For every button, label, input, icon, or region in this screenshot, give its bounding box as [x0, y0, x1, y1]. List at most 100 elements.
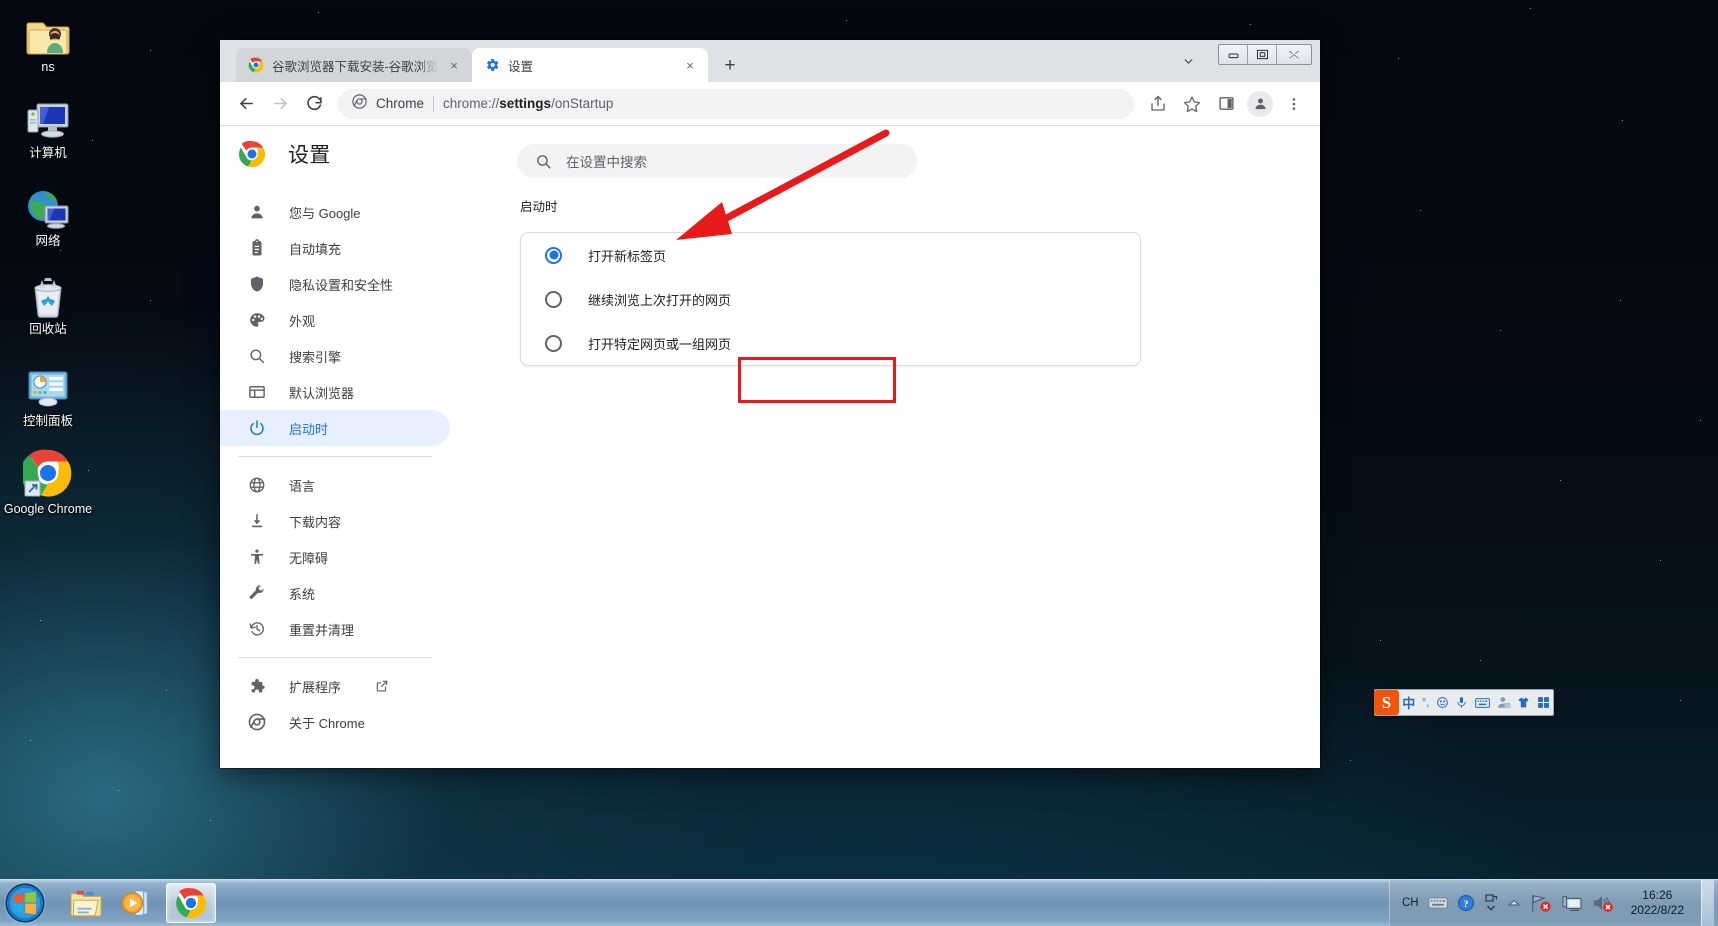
sidebar-item-privacy-security[interactable]: 隐私设置和安全性 — [220, 266, 450, 302]
toolbox-grid-icon[interactable] — [1533, 690, 1553, 715]
settings-content: 启动时 打开新标签页 继续浏览上次打开的网页 打开特定网页或一组网页 — [450, 182, 1320, 768]
action-center-icon[interactable] — [1561, 893, 1583, 913]
address-bar[interactable]: Chrome chrome://settings/onStartup — [338, 88, 1134, 119]
search-icon — [535, 153, 552, 170]
clipboard-icon — [247, 238, 267, 258]
desktop-icon-control-panel[interactable]: 控制面板 — [0, 360, 96, 429]
search-icon — [247, 346, 267, 366]
emoji-icon[interactable] — [1433, 690, 1453, 715]
desktop-icon-label: 计算机 — [29, 146, 67, 160]
browser-tab-2[interactable]: 设置 × — [472, 48, 708, 82]
sogou-logo-icon[interactable]: S — [1374, 690, 1399, 715]
taskbar-clock[interactable]: 16:26 2022/8/22 — [1623, 888, 1692, 918]
sidebar-item-label: 默认浏览器 — [289, 385, 355, 401]
desktop-icon-recycle-bin[interactable]: 回收站 — [0, 268, 96, 337]
chinese-mode-icon[interactable]: 中 — [1399, 690, 1419, 715]
person-icon — [247, 202, 267, 222]
sidebar-item-label: 隐私设置和安全性 — [289, 277, 394, 293]
new-tab-button[interactable]: + — [716, 51, 744, 79]
omnibox-url: chrome://settings/onStartup — [443, 96, 614, 111]
user-account-icon[interactable]: 24 — [1493, 690, 1514, 715]
browser-tab-1[interactable]: 谷歌浏览器下载安装-谷歌浏览器 × — [236, 48, 472, 82]
forward-button[interactable] — [264, 88, 296, 120]
clock-date: 2022/8/22 — [1630, 903, 1684, 917]
three-dot-menu-icon[interactable] — [1278, 88, 1310, 120]
download-icon — [247, 511, 267, 531]
sidebar-item-you-and-google[interactable]: 您与 Google — [220, 194, 450, 230]
star-icon[interactable] — [1176, 88, 1208, 120]
sidebar-item-label: 重置并清理 — [289, 622, 355, 638]
taskbar-item-explorer[interactable] — [62, 884, 110, 922]
back-button[interactable] — [230, 88, 262, 120]
sidebar-item-autofill[interactable]: 自动填充 — [220, 230, 450, 266]
window-controls — [1218, 44, 1312, 65]
volume-muted-icon[interactable] — [1592, 893, 1614, 913]
sidebar-item-languages[interactable]: 语言 — [220, 467, 450, 503]
sidebar-divider-1 — [238, 456, 432, 457]
tab-close-button[interactable]: × — [446, 57, 462, 73]
maximize-button[interactable] — [1248, 45, 1277, 64]
sidebar-item-label: 语言 — [289, 478, 316, 494]
radio-button[interactable] — [545, 334, 562, 352]
settings-body: 您与 Google 自动填充 隐私设置和安全性 外观 搜索引擎 默认浏览器 启动… — [220, 182, 1320, 768]
chrome-site-icon — [352, 93, 367, 114]
desktop-icon-ns[interactable]: ns — [0, 6, 96, 75]
punctuation-icon[interactable]: °, — [1419, 690, 1433, 715]
desktop-icon-computer[interactable]: 计算机 — [0, 92, 96, 161]
tray-language-indicator[interactable]: CH — [1402, 897, 1419, 909]
keyboard-icon[interactable] — [1428, 896, 1448, 910]
shield-icon — [247, 274, 267, 294]
chevron-up-icon[interactable] — [1507, 898, 1521, 908]
share-icon[interactable] — [1142, 88, 1174, 120]
puzzle-icon — [247, 676, 267, 696]
desktop-icon-label: 控制面板 — [22, 414, 73, 428]
external-link-icon — [375, 679, 389, 693]
microphone-icon[interactable] — [1452, 690, 1472, 715]
reload-button[interactable] — [298, 88, 330, 120]
desktop-icon-label: 回收站 — [29, 322, 67, 336]
sidebar-item-search-engine[interactable]: 搜索引擎 — [220, 338, 450, 374]
show-hidden-icons-icon[interactable] — [1484, 894, 1498, 912]
radio-button-selected[interactable] — [545, 246, 562, 264]
settings-search-input[interactable]: 在设置中搜索 — [517, 144, 917, 178]
start-orb-icon[interactable] — [2, 881, 48, 925]
settings-sidebar: 您与 Google 自动填充 隐私设置和安全性 外观 搜索引擎 默认浏览器 启动… — [220, 182, 450, 768]
sidebar-item-label: 无障碍 — [289, 550, 329, 566]
skin-shirt-icon[interactable] — [1514, 690, 1534, 715]
sidebar-item-reset-cleanup[interactable]: 重置并清理 — [220, 611, 450, 647]
desktop-icon-network[interactable]: 网络 — [0, 180, 96, 249]
tab-close-button[interactable]: × — [682, 57, 698, 73]
sidebar-item-appearance[interactable]: 外观 — [220, 302, 450, 338]
side-panel-icon[interactable] — [1210, 88, 1242, 120]
omnibox-divider — [433, 95, 435, 112]
startup-option-specific-pages[interactable]: 打开特定网页或一组网页 — [521, 321, 1140, 365]
sidebar-item-label: 搜索引擎 — [289, 349, 342, 365]
startup-option-new-tab[interactable]: 打开新标签页 — [521, 233, 1140, 277]
recycle-bin-icon — [0, 268, 96, 318]
palette-icon — [247, 310, 267, 330]
clock-time: 16:26 — [1642, 888, 1673, 902]
sidebar-item-accessibility[interactable]: 无障碍 — [220, 539, 450, 575]
close-button[interactable] — [1277, 45, 1311, 64]
power-icon — [247, 418, 267, 438]
startup-option-continue-session[interactable]: 继续浏览上次打开的网页 — [521, 277, 1140, 321]
taskbar-item-chrome[interactable] — [166, 883, 216, 923]
radio-button[interactable] — [545, 290, 562, 308]
windows-taskbar: CH ? 16:26 2022/8/22 — [0, 879, 1718, 926]
minimize-button[interactable] — [1219, 45, 1248, 64]
desktop-icon-label: 网络 — [35, 234, 61, 248]
desktop-icon-google-chrome[interactable]: Google Chrome — [0, 448, 96, 517]
network-error-icon[interactable] — [1530, 893, 1552, 913]
sidebar-item-about-chrome[interactable]: 关于 Chrome — [220, 704, 450, 740]
sidebar-item-downloads[interactable]: 下载内容 — [220, 503, 450, 539]
show-desktop-button[interactable] — [1701, 880, 1714, 926]
sidebar-item-default-browser[interactable]: 默认浏览器 — [220, 374, 450, 410]
sidebar-item-system[interactable]: 系统 — [220, 575, 450, 611]
profile-avatar-icon[interactable] — [1247, 90, 1273, 117]
sidebar-item-on-startup[interactable]: 启动时 — [220, 410, 450, 446]
chevron-down-icon[interactable] — [1176, 49, 1200, 73]
soft-keyboard-icon[interactable] — [1472, 690, 1494, 715]
taskbar-item-media-player[interactable] — [114, 884, 162, 922]
sidebar-item-extensions[interactable]: 扩展程序 — [220, 668, 450, 704]
help-icon[interactable]: ? — [1457, 894, 1475, 912]
